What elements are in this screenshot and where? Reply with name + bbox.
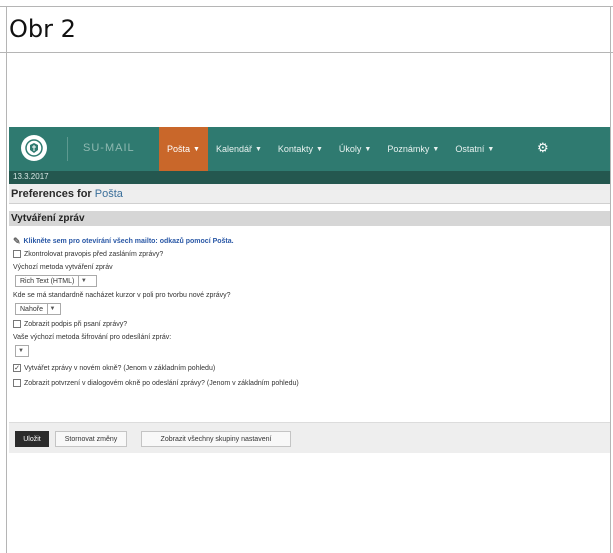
encryption-label: Vaše výchozí metoda šifrování pro odesíl… — [13, 334, 172, 341]
section-title: Vytváření zpráv — [11, 213, 85, 224]
chevron-down-icon: ▼ — [46, 304, 57, 314]
new-window-option: ✓ Vytvářet zprávy v novém okně? (Jenom v… — [13, 364, 215, 372]
confirm-option: Zobrazit potvrzení v dialogovém okně po … — [13, 379, 299, 387]
section-header: Vytváření zpráv — [9, 211, 610, 226]
mailto-link[interactable]: Klikněte sem pro otevírání všech mailto:… — [24, 238, 234, 245]
nav-item-ukoly[interactable]: Úkoly ▼ — [331, 127, 379, 171]
screenshot-figure: SU-MAIL Pošta ▼ Kalendář ▼ Kontakty ▼ Úkoly… — [9, 127, 610, 553]
signature-checkbox[interactable] — [13, 320, 21, 328]
chevron-down-icon: ▼ — [315, 145, 323, 153]
signature-option: Zobrazit podpis při psaní zprávy? — [13, 320, 127, 328]
app-topbar: SU-MAIL Pošta ▼ Kalendář ▼ Kontakty ▼ Úkoly… — [9, 127, 610, 171]
save-button[interactable]: Uložit — [15, 431, 49, 447]
chevron-down-icon: ▼ — [193, 145, 200, 153]
compose-method-label: Výchozí metoda vytváření zpráv — [13, 264, 113, 271]
nav-item-kalendar[interactable]: Kalendář ▼ — [208, 127, 270, 171]
chevron-down-icon: ▼ — [487, 145, 495, 153]
chevron-down-icon: ▼ — [364, 145, 372, 153]
preferences-header: Preferences for Pošta — [9, 184, 610, 204]
figure-caption: Obr 2 — [9, 15, 76, 43]
page-title: Preferences for Pošta — [11, 188, 123, 200]
frame-right-border — [610, 6, 611, 553]
nav-item-posta[interactable]: Pošta ▼ — [159, 127, 208, 171]
document-frame: Obr 2 SU-MAIL Pošta ▼ Kalendář ▼ Kontakt… — [0, 0, 613, 553]
spellcheck-label: Zkontrolovat pravopis před zasláním zprá… — [24, 250, 164, 258]
logo-divider — [67, 137, 68, 161]
nav-item-label: Ostatní — [455, 144, 485, 154]
nav-item-poznamky[interactable]: Poznámky ▼ — [379, 127, 447, 171]
nav-item-ostatni[interactable]: Ostatní ▼ — [447, 127, 502, 171]
confirm-label: Zobrazit potvrzení v dialogovém okně po … — [24, 379, 299, 387]
nav-item-label: Kalendář — [215, 144, 252, 154]
new-window-label: Vytvářet zprávy v novém okně? (Jenom v z… — [24, 364, 216, 372]
show-all-groups-button[interactable]: Zobrazit všechny skupiny nastavení — [141, 431, 291, 447]
nav-item-label: Úkoly — [338, 144, 362, 154]
brand-name: SU-MAIL — [83, 142, 135, 154]
chevron-down-icon: ▼ — [254, 145, 262, 153]
new-window-checkbox[interactable]: ✓ — [13, 364, 21, 372]
current-date: 13.3.2017 — [13, 172, 49, 181]
mailto-link-row[interactable]: ✎ Klikněte sem pro otevírání všech mailt… — [13, 236, 234, 247]
compose-method-select[interactable]: Rich Text (HTML) ▼ — [15, 275, 97, 287]
date-bar: 13.3.2017 — [9, 171, 610, 184]
cursor-position-select[interactable]: Nahoře ▼ — [15, 303, 61, 315]
cursor-position-value: Nahoře — [20, 305, 43, 313]
button-bar: Uložit Stornovat změny Zobrazit všechny … — [9, 422, 610, 453]
frame-header-border — [0, 52, 613, 53]
cursor-position-label: Kde se má standardně nacházet kurzor v p… — [13, 292, 231, 299]
chevron-down-icon: ▼ — [432, 145, 440, 153]
nav-item-label: Kontakty — [277, 144, 313, 154]
compose-method-value: Rich Text (HTML) — [20, 277, 75, 285]
confirm-checkbox[interactable] — [13, 379, 21, 387]
frame-left-border — [6, 6, 7, 553]
signature-label: Zobrazit podpis při psaní zprávy? — [24, 320, 128, 328]
spellcheck-option: Zkontrolovat pravopis před zasláním zprá… — [13, 250, 163, 258]
nav-item-kontakty[interactable]: Kontakty ▼ — [270, 127, 331, 171]
frame-top-border — [0, 6, 613, 7]
main-nav: Pošta ▼ Kalendář ▼ Kontakty ▼ Úkoly ▼ Poznám… — [159, 127, 502, 171]
page-title-app: Pošta — [94, 188, 123, 200]
pencil-icon: ✎ — [13, 236, 21, 246]
chevron-down-icon: ▼ — [78, 276, 88, 286]
nav-item-label: Poznámky — [387, 144, 430, 154]
undo-button[interactable]: Stornovat změny — [55, 431, 127, 447]
spellcheck-checkbox[interactable] — [13, 250, 21, 258]
gear-icon[interactable]: ⚙ — [537, 141, 551, 155]
chevron-down-icon: ▼ — [18, 348, 24, 354]
page-title-prefix: Preferences for — [11, 188, 92, 200]
university-logo-icon[interactable] — [21, 135, 47, 161]
encryption-select[interactable]: ▼ — [15, 345, 29, 357]
nav-item-label: Pošta — [167, 144, 191, 154]
